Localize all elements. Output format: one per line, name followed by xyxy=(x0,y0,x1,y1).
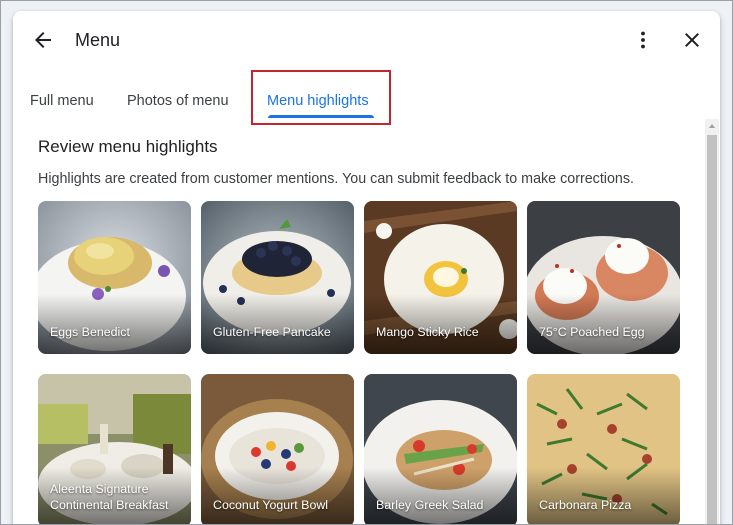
dialog-title: Menu xyxy=(75,30,121,50)
menu-item-carbonara-pizza[interactable]: Carbonara Pizza xyxy=(527,374,680,524)
caption-shade xyxy=(364,467,517,524)
menu-item-gluten-free-pancake[interactable]: Gluten-Free Pancake xyxy=(201,201,354,354)
back-button[interactable] xyxy=(31,28,55,52)
menu-item-name: Coconut Yogurt Bowl xyxy=(213,498,329,512)
tab-full-menu[interactable]: Full menu xyxy=(30,93,94,109)
caption-shade xyxy=(527,467,680,524)
tab-bar: Full menu Photos of menu Menu highlights xyxy=(13,69,720,129)
window-frame: Menu Full menu Photos of menu Menu highl… xyxy=(0,0,733,525)
menu-item-barley-greek-salad[interactable]: Barley Greek Salad xyxy=(364,374,517,524)
menu-item-name: Eggs Benedict xyxy=(50,325,130,339)
more-vert-icon xyxy=(641,31,645,49)
caption-shade xyxy=(201,467,354,524)
menu-item-name: Mango Sticky Rice xyxy=(376,325,479,339)
highlight-box xyxy=(251,70,391,125)
highlights-content: Review menu highlights Highlights are cr… xyxy=(13,129,703,524)
more-options-button[interactable] xyxy=(631,28,655,52)
menu-item-name: Gluten-Free Pancake xyxy=(213,325,331,339)
scrollbar-thumb[interactable] xyxy=(707,135,717,524)
section-description: Highlights are created from customer men… xyxy=(38,171,634,187)
menu-dialog: Menu Full menu Photos of menu Menu highl… xyxy=(13,11,720,524)
scroll-up-icon xyxy=(709,124,715,128)
menu-item-aleenta-signature-continental-breakfast[interactable]: Aleenta Signature Continental Breakfast xyxy=(38,374,191,524)
scroll-up-button[interactable] xyxy=(705,119,719,133)
menu-item-name: Aleenta Signature Continental Breakfast xyxy=(50,482,169,512)
menu-item-75c-poached-egg[interactable]: 75°C Poached Egg xyxy=(527,201,680,354)
menu-item-name: 75°C Poached Egg xyxy=(539,325,645,339)
menu-item-name: Barley Greek Salad xyxy=(376,498,484,512)
close-button[interactable] xyxy=(680,28,704,52)
arrow-back-icon xyxy=(35,32,51,48)
menu-item-mango-sticky-rice[interactable]: Mango Sticky Rice xyxy=(364,201,517,354)
section-title: Review menu highlights xyxy=(38,137,218,156)
menu-item-name: Carbonara Pizza xyxy=(539,498,632,512)
menu-item-coconut-yogurt-bowl[interactable]: Coconut Yogurt Bowl xyxy=(201,374,354,524)
tab-photos-of-menu[interactable]: Photos of menu xyxy=(127,93,229,109)
close-icon xyxy=(685,33,699,47)
dialog-header: Menu xyxy=(13,11,720,69)
menu-item-eggs-benedict[interactable]: Eggs Benedict xyxy=(38,201,191,354)
